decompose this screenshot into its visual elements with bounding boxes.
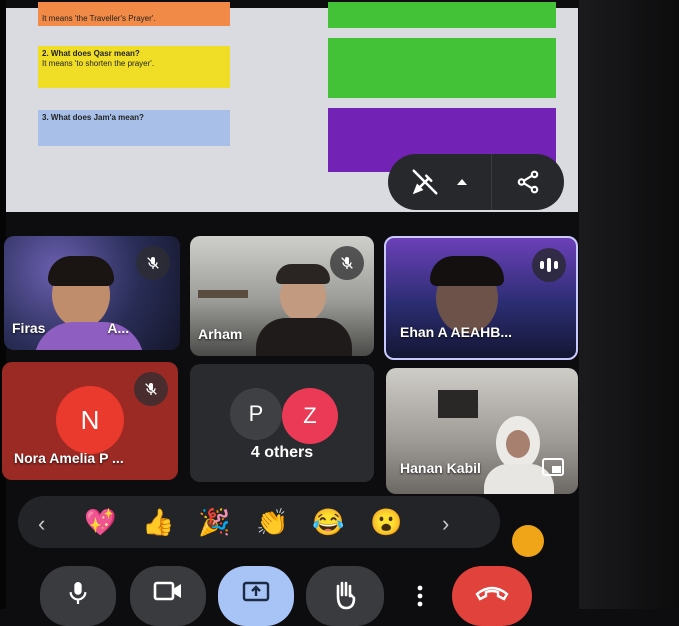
end-call-button[interactable] <box>452 566 532 626</box>
participant-name: Ehan A AEAHB... <box>400 324 513 340</box>
mic-off-icon <box>145 383 157 395</box>
picture-in-picture-icon <box>542 458 564 476</box>
participant-tile-firas[interactable]: Firas A... <box>4 236 180 350</box>
reaction-clapping[interactable]: 👏 <box>256 506 288 538</box>
raise-hand-icon <box>336 581 356 610</box>
reactions-prev-button[interactable]: ‹ <box>38 508 45 540</box>
device-bezel-right <box>579 0 679 609</box>
reaction-party-popper[interactable]: 🎉 <box>198 506 230 538</box>
slide-answer-1: It means 'the Traveller's Prayer'. <box>42 14 156 23</box>
caret-up-icon <box>456 179 467 185</box>
annotate-button[interactable] <box>388 154 491 210</box>
muted-badge <box>330 246 364 280</box>
participant-avatar: P <box>230 388 282 440</box>
participant-name: Firas A... <box>12 320 130 336</box>
participant-name: Arham <box>198 326 243 342</box>
speaking-indicator <box>532 248 566 282</box>
presentation-controls <box>388 154 564 210</box>
slide-question-2: 2. What does Qasr mean? It means 'to sho… <box>38 46 230 88</box>
microphone-button[interactable] <box>40 566 116 626</box>
microphone-icon <box>69 582 87 604</box>
camera-button[interactable] <box>130 566 206 626</box>
participant-avatar: Z <box>282 388 338 444</box>
reactions-next-button[interactable]: › <box>442 508 449 540</box>
share-presentation-button[interactable] <box>491 154 564 210</box>
others-count-label: 4 others <box>250 444 314 461</box>
reaction-sparkling-heart[interactable]: 💖 <box>84 506 116 538</box>
slide-question-2-text: 2. What does Qasr mean? <box>42 49 140 58</box>
participant-tile-ehan[interactable]: Ehan A AEAHB... <box>384 236 578 360</box>
more-options-button[interactable] <box>400 566 440 626</box>
slide-answer-box-green-1 <box>328 2 556 28</box>
reaction-thumbs-up[interactable]: 👍 <box>142 506 174 538</box>
skin-tone-selector[interactable] <box>512 525 544 557</box>
mic-off-icon <box>147 257 159 269</box>
participant-tile-arham[interactable]: Arham <box>190 236 374 356</box>
reaction-surprised[interactable]: 😮 <box>370 506 402 538</box>
present-screen-icon <box>242 581 270 602</box>
slide-question-1: It means 'the Traveller's Prayer'. <box>38 2 230 26</box>
reaction-laughing[interactable]: 😂 <box>312 506 344 538</box>
slide-answer-box-green-2 <box>328 38 556 98</box>
pen-off-icon <box>412 169 438 195</box>
participant-tile-nora[interactable]: N Nora Amelia P ... <box>2 362 178 480</box>
participant-tile-others[interactable]: P Z 4 others <box>190 364 374 482</box>
participant-tile-hanan[interactable]: Hanan Kabil <box>386 368 578 494</box>
video-camera-icon <box>153 581 181 601</box>
mic-off-icon <box>341 257 353 269</box>
raise-hand-button[interactable] <box>306 566 384 626</box>
present-screen-button[interactable] <box>218 566 294 626</box>
slide-question-3: 3. What does Jam'a mean? <box>38 110 230 146</box>
share-icon <box>517 170 539 194</box>
slide-answer-2: It means 'to shorten the prayer'. <box>42 59 154 68</box>
muted-badge <box>134 372 168 406</box>
more-vertical-icon <box>417 585 423 607</box>
participant-name: Nora Amelia P ... <box>14 450 124 466</box>
end-call-icon <box>475 586 509 601</box>
muted-badge <box>136 246 170 280</box>
participant-avatar: N <box>56 386 124 454</box>
participant-name: Hanan Kabil <box>400 460 481 476</box>
slide-question-3-text: 3. What does Jam'a mean? <box>42 113 144 122</box>
reaction-bar: ‹ 💖 👍 🎉 👏 😂 😮 › <box>18 496 500 548</box>
